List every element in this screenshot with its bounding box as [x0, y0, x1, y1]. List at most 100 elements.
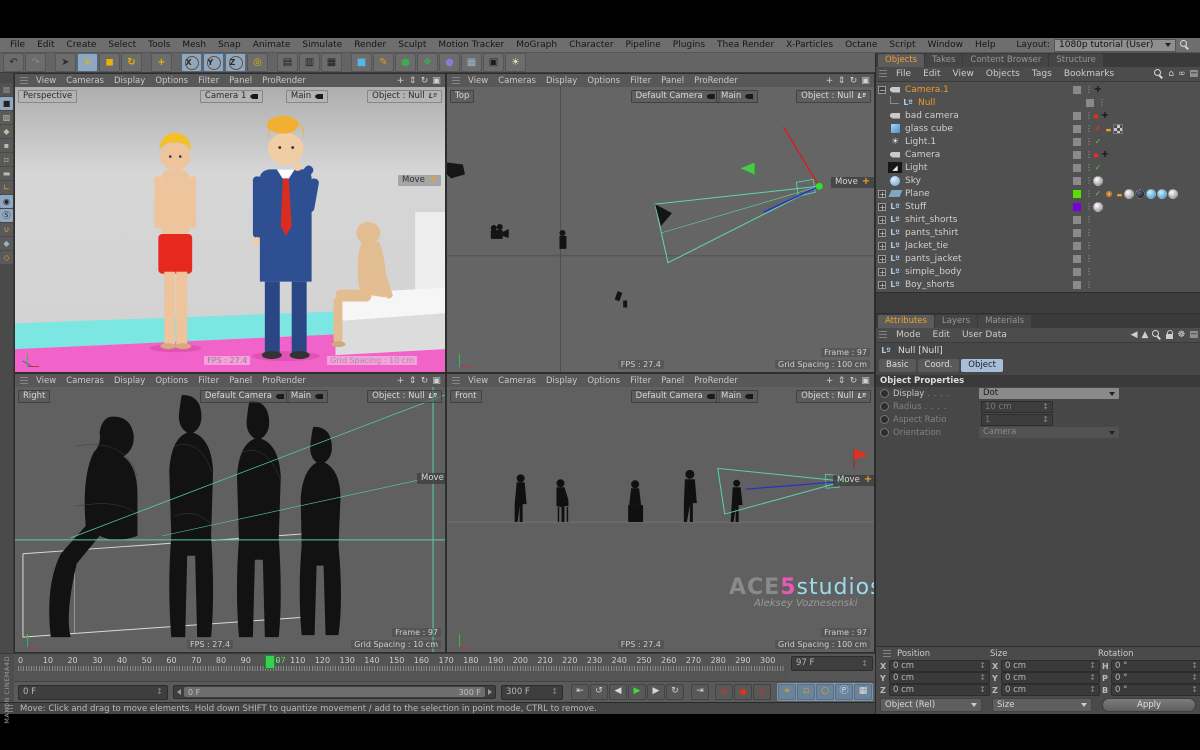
stepper-icon[interactable] [1191, 661, 1198, 671]
stepper-icon[interactable] [1042, 415, 1049, 425]
reddot-tag-icon[interactable] [1093, 111, 1099, 121]
menu-item[interactable]: Sculpt [392, 38, 432, 52]
expand-toggle[interactable] [878, 242, 886, 250]
add-camera-button[interactable]: ▣ [483, 53, 504, 72]
object-name[interactable]: shirt_shorts [905, 215, 1073, 225]
layer-chip[interactable] [1073, 86, 1081, 94]
play-backwards-button[interactable]: ↺ [590, 684, 608, 700]
xtarget-tag-icon[interactable] [1100, 111, 1110, 121]
view-label[interactable]: Top [450, 90, 474, 103]
object-name[interactable]: Jacket_tie [905, 241, 1073, 251]
object-tree-row[interactable]: bad camera [876, 109, 1200, 122]
menu-item[interactable]: File [4, 38, 31, 52]
object-name[interactable]: Light.1 [905, 137, 1073, 147]
object-tree-row[interactable]: Camera.1 [876, 83, 1200, 96]
add-cube-button[interactable]: ■ [351, 53, 372, 72]
object-name[interactable]: Stuff [905, 202, 1073, 212]
character-boy[interactable] [154, 133, 196, 349]
stepper-icon[interactable] [1042, 402, 1049, 412]
stepper-icon[interactable] [156, 685, 163, 699]
layer-chip[interactable] [1073, 177, 1081, 185]
key-parameter-button[interactable]: Ⓟ [835, 684, 853, 700]
current-frame-field[interactable]: 97 F [791, 656, 873, 671]
menu-item[interactable]: Thea Render [711, 38, 780, 52]
menu-item[interactable]: Animate [247, 38, 297, 52]
visibility-dots[interactable] [1098, 98, 1106, 108]
object-manager-menu-item[interactable]: Tags [1026, 69, 1058, 79]
expand-toggle[interactable] [878, 190, 886, 198]
panel-menu-icon[interactable]: ▤ [1189, 330, 1198, 340]
undo-button[interactable]: ↶ [3, 53, 24, 72]
object-name[interactable]: Plane [905, 189, 1073, 199]
maximize-view-icon[interactable]: ▣ [432, 376, 441, 386]
visibility-dots[interactable] [1085, 215, 1093, 225]
visibility-dots[interactable] [1085, 189, 1093, 199]
zoom-view-icon[interactable]: ⇕ [408, 376, 417, 386]
visibility-dots[interactable] [1085, 124, 1093, 134]
top-canvas[interactable]: Top Default Camera Main Object : Null Mo… [447, 87, 874, 372]
workplane-mode-button[interactable]: ◆ [0, 125, 13, 138]
autokeying-button[interactable]: ● [734, 684, 752, 700]
silhouette-figures[interactable] [515, 470, 743, 522]
null-icon[interactable] [888, 279, 902, 290]
zoom-view-icon[interactable]: ⇕ [837, 76, 846, 86]
play-forwards-button[interactable]: ▶ [628, 684, 646, 700]
visibility-dots[interactable] [1085, 150, 1093, 160]
sphere-l-tag-icon[interactable] [1093, 202, 1103, 212]
animation-dot-icon[interactable] [880, 389, 889, 398]
rotate-view-icon[interactable]: ↻ [420, 376, 429, 386]
rotation-field[interactable]: 0 ° [1111, 660, 1200, 672]
null-icon[interactable] [888, 214, 902, 225]
add-spline-button[interactable]: ✎ [373, 53, 394, 72]
camera-icon[interactable] [888, 110, 902, 121]
expand-toggle[interactable] [878, 216, 886, 224]
object-tree-row[interactable]: pants_tshirt [876, 226, 1200, 239]
object-name[interactable]: Light [905, 163, 1073, 173]
xtarget-tag-icon[interactable] [1093, 85, 1103, 95]
visibility-dots[interactable] [1085, 241, 1093, 251]
range-handle[interactable]: 0 F 300 F [184, 687, 485, 697]
visibility-dots[interactable] [1085, 85, 1093, 95]
viewport-menu-item[interactable]: ProRender [257, 376, 311, 386]
visibility-dots[interactable] [1085, 228, 1093, 238]
history-back-icon[interactable]: ◀ [1131, 330, 1138, 340]
stepper-icon[interactable] [1191, 673, 1198, 683]
locked-object-label[interactable]: Object : Null [796, 390, 871, 403]
object-manager-menu-item[interactable]: File [890, 69, 917, 79]
viewport-menu-item[interactable]: Options [582, 76, 625, 86]
coordinate-system-button[interactable]: ◎ [247, 53, 268, 72]
last-tool-button[interactable]: + [151, 53, 172, 72]
menu-item[interactable]: Character [563, 38, 619, 52]
position-field[interactable]: 0 cm [889, 684, 990, 696]
panel-grip-icon[interactable] [20, 377, 28, 385]
menu-item[interactable]: Edit [31, 38, 60, 52]
check-tag-icon[interactable] [1093, 137, 1103, 147]
redo-button[interactable]: ↷ [25, 53, 46, 72]
property-dropdown[interactable]: Camera [979, 427, 1119, 438]
locked-object-label[interactable]: Object : Null [367, 90, 442, 103]
panel-grip-icon[interactable] [20, 77, 28, 85]
stepper-icon[interactable] [979, 661, 986, 671]
viewport-menu-item[interactable]: ProRender [257, 76, 311, 86]
viewport-interaction-button[interactable]: ◉ [0, 195, 13, 208]
attribute-subtab[interactable]: Coord. [918, 359, 960, 372]
viewport-menu-item[interactable]: Filter [625, 76, 656, 86]
viewport-menu-item[interactable]: Filter [193, 376, 224, 386]
stepper-icon[interactable] [1089, 673, 1096, 683]
object-tree-row[interactable]: simple_body [876, 265, 1200, 278]
rotate-view-icon[interactable]: ↻ [420, 76, 429, 86]
points-mode-button[interactable]: ▪ [0, 139, 13, 152]
object-name[interactable]: simple_body [905, 267, 1073, 277]
render-main-selector[interactable]: Main [716, 390, 758, 403]
layer-chip[interactable] [1073, 281, 1081, 289]
gear-icon[interactable]: ☸ [1177, 330, 1185, 340]
layer-chip[interactable] [1073, 125, 1081, 133]
camera-selector[interactable]: Default Camera [631, 390, 720, 403]
sphere-b-tag-icon[interactable] [1146, 189, 1156, 199]
viewport-menu-item[interactable]: Display [109, 376, 150, 386]
timeline-playhead[interactable]: 97 [265, 655, 286, 679]
plane-icon[interactable] [888, 188, 902, 199]
locked-object-label[interactable]: Object : Null [367, 390, 442, 403]
layer-chip[interactable] [1073, 164, 1081, 172]
layer-chip[interactable] [1073, 229, 1081, 237]
